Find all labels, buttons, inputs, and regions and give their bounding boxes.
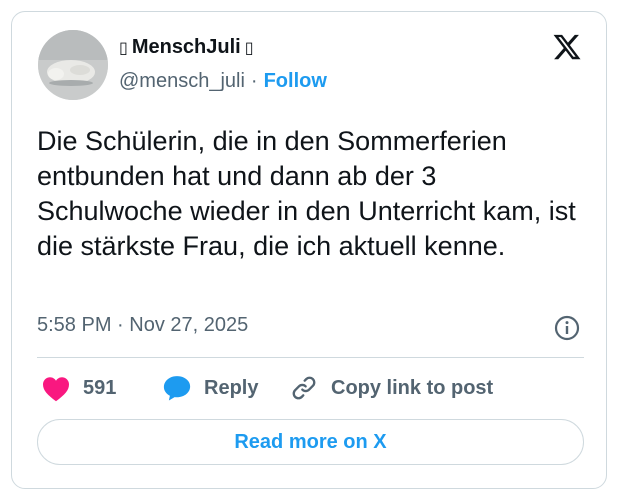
author-handle-row: @mensch_juli · Follow <box>119 70 327 93</box>
copy-link-button[interactable]: Copy link to post <box>289 374 493 402</box>
tweet-text: Die Schülerin, die in den Sommerferien e… <box>37 126 576 261</box>
avatar[interactable] <box>38 30 108 100</box>
copy-link-label: Copy link to post <box>331 376 494 399</box>
like-button[interactable]: 591 <box>41 374 116 402</box>
info-icon[interactable] <box>554 315 580 341</box>
handle-separator: · <box>250 70 258 92</box>
tweet-timestamp[interactable]: 5:58 PM · Nov 27, 2025 <box>37 314 248 337</box>
read-more-button[interactable]: Read more on X <box>37 419 584 465</box>
name-prefix-glyph: ▯ <box>119 38 128 57</box>
tweet-card: ▯ MenschJuli ▯ @mensch_juli · Follow Die… <box>11 11 607 489</box>
likes-count: 591 <box>83 376 117 399</box>
name-suffix-glyph: ▯ <box>244 38 254 57</box>
tweet-time[interactable]: 5:58 PM <box>37 314 111 336</box>
x-logo-icon[interactable] <box>552 32 582 62</box>
heart-icon <box>43 377 69 402</box>
avatar-image <box>38 30 108 100</box>
timestamp-separator: · <box>117 314 124 336</box>
author-handle[interactable]: @mensch_juli <box>119 70 245 93</box>
tweet-date[interactable]: Nov 27, 2025 <box>129 314 248 336</box>
action-bar: 591 Reply Copy link to post <box>37 374 584 404</box>
author-name[interactable]: MenschJuli <box>132 36 241 59</box>
link-icon <box>292 376 316 400</box>
follow-button[interactable]: Follow <box>264 70 327 93</box>
reply-label: Reply <box>204 376 259 399</box>
reply-button[interactable]: Reply <box>162 374 258 402</box>
author-name-row[interactable]: ▯ MenschJuli ▯ <box>119 36 254 59</box>
divider <box>37 357 584 358</box>
speech-bubble-icon <box>163 376 191 401</box>
